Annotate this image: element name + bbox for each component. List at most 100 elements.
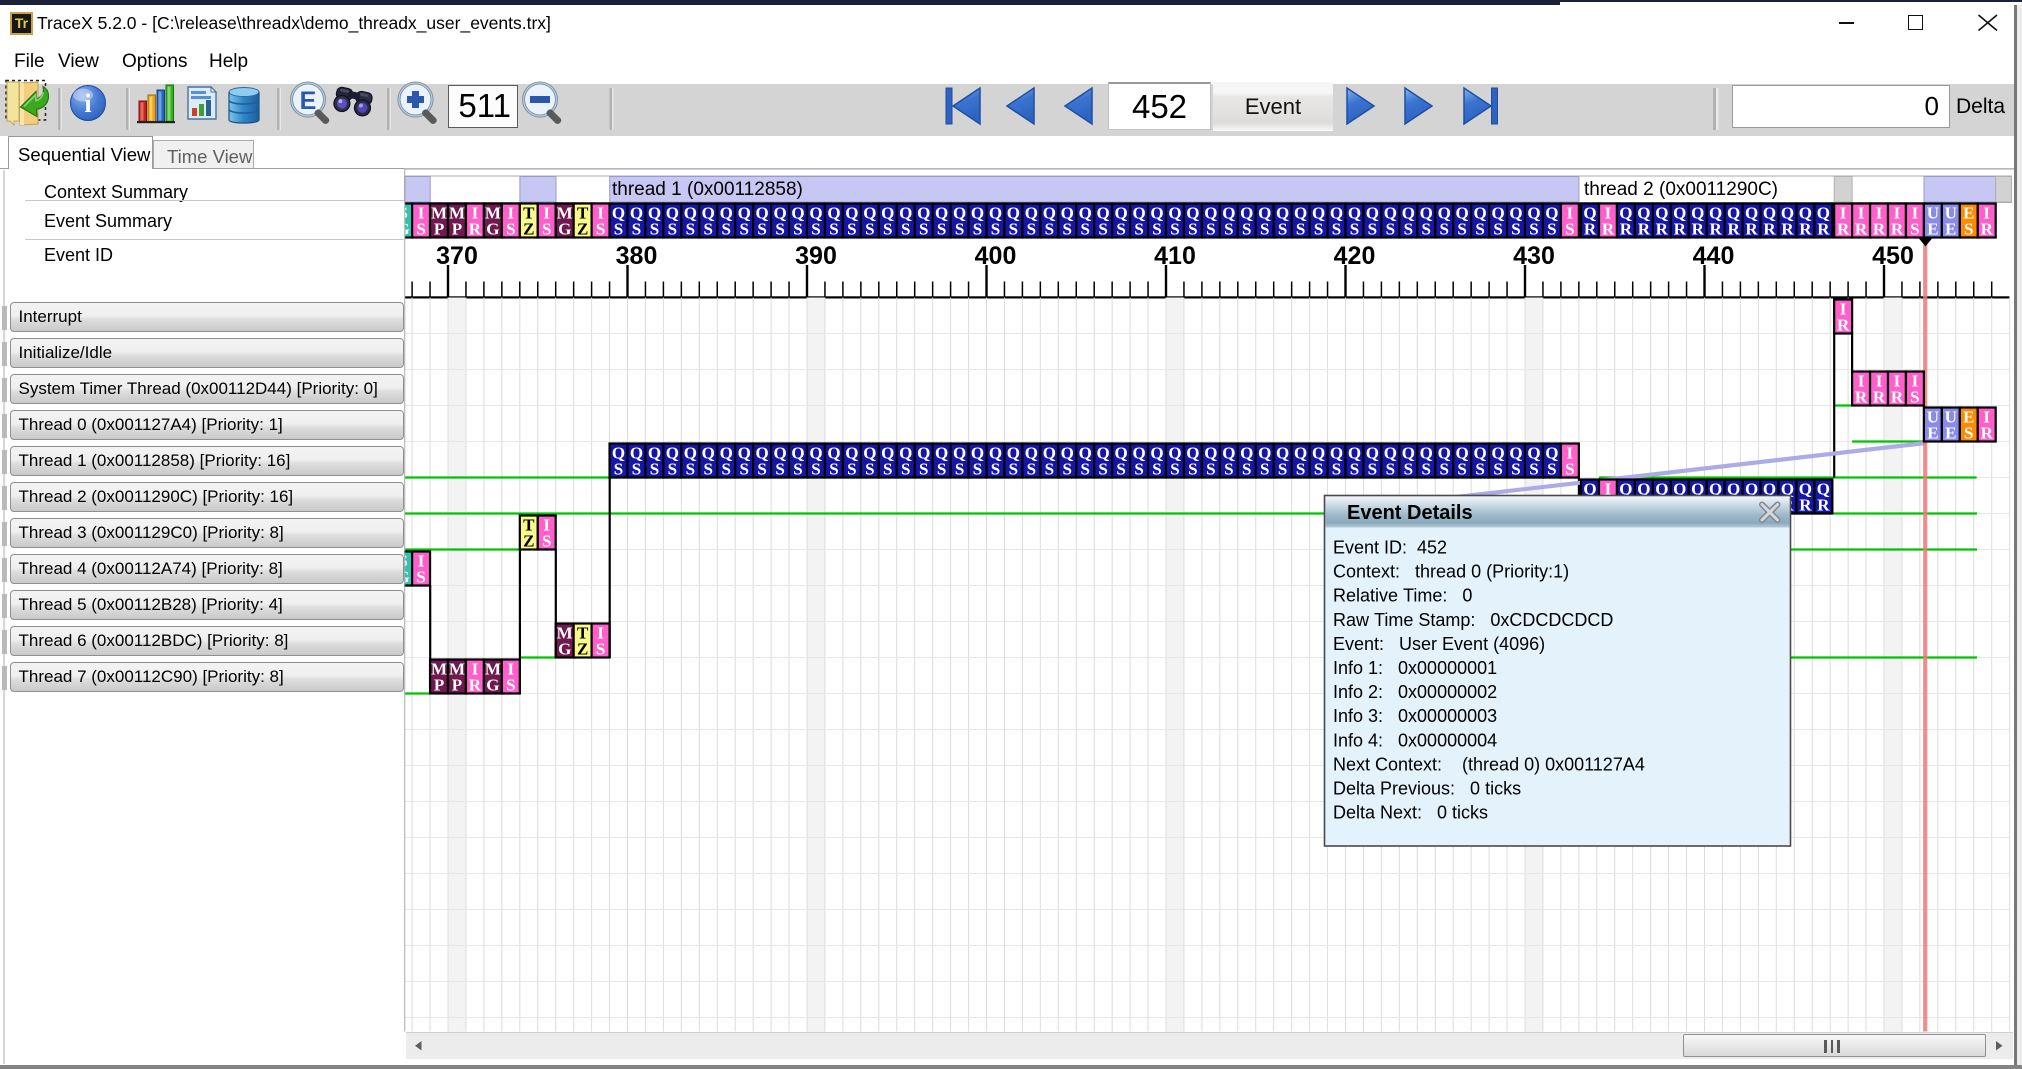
svg-text:S: S: [668, 460, 677, 479]
svg-text:thread 1 (0x00112858): thread 1 (0x00112858): [612, 179, 803, 200]
svg-text:S: S: [1170, 220, 1179, 239]
svg-text:R: R: [1873, 388, 1886, 407]
svg-text:Delta Next: 0 ticks: Delta Next: 0 ticks: [1333, 803, 1488, 823]
svg-text:G: G: [558, 220, 571, 239]
svg-text:Z: Z: [523, 220, 534, 239]
svg-text:S: S: [1009, 220, 1018, 239]
svg-text:P: P: [452, 676, 462, 695]
svg-text:S: S: [775, 460, 784, 479]
svg-text:S: S: [1314, 220, 1323, 239]
svg-text:S: S: [1063, 460, 1072, 479]
svg-text:Z: Z: [577, 640, 588, 659]
svg-text:S: S: [1511, 460, 1520, 479]
svg-text:i: i: [84, 89, 91, 118]
svg-text:S: S: [829, 460, 838, 479]
svg-text:S: S: [1296, 220, 1305, 239]
svg-text:S: S: [686, 460, 695, 479]
svg-text:S: S: [919, 460, 928, 479]
svg-text:E: E: [1927, 220, 1938, 239]
svg-text:R: R: [1656, 220, 1669, 239]
svg-text:R: R: [1855, 220, 1868, 239]
svg-text:S: S: [721, 460, 730, 479]
svg-text:S: S: [1565, 460, 1574, 479]
svg-text:S: S: [542, 532, 551, 551]
svg-text:S: S: [1170, 460, 1179, 479]
svg-text:S: S: [811, 460, 820, 479]
svg-text:R: R: [1855, 388, 1868, 407]
svg-text:S: S: [506, 220, 515, 239]
svg-text:R: R: [469, 676, 482, 695]
svg-text:S: S: [991, 460, 1000, 479]
svg-text:S: S: [704, 460, 713, 479]
svg-text:Info 4: 0x00000004: Info 4: 0x00000004: [1333, 730, 1497, 750]
svg-text:S: S: [1027, 460, 1036, 479]
svg-text:S: S: [1422, 220, 1431, 239]
svg-text:S: S: [1206, 220, 1215, 239]
svg-text:S: S: [1457, 220, 1466, 239]
svg-text:S: S: [1386, 460, 1395, 479]
svg-text:S: S: [650, 220, 659, 239]
svg-text:S: S: [1565, 220, 1574, 239]
svg-text:S: S: [1063, 220, 1072, 239]
svg-text:S: S: [901, 460, 910, 479]
svg-text:S: S: [847, 460, 856, 479]
svg-text:390: 390: [795, 242, 837, 270]
svg-text:S: S: [1404, 220, 1413, 239]
svg-text:S: S: [1134, 460, 1143, 479]
svg-text:410: 410: [1154, 242, 1196, 270]
svg-text:S: S: [1045, 220, 1054, 239]
svg-text:Event ID: 452: Event ID: 452: [1333, 538, 1447, 558]
svg-text:G: G: [558, 640, 571, 659]
svg-text:R: R: [1873, 220, 1886, 239]
svg-text:S: S: [1475, 460, 1484, 479]
svg-text:S: S: [1529, 460, 1538, 479]
svg-text:R: R: [1692, 220, 1705, 239]
svg-text:Info 3: 0x00000003: Info 3: 0x00000003: [1333, 706, 1497, 726]
svg-text:R: R: [1638, 220, 1651, 239]
svg-text:S: S: [1368, 220, 1377, 239]
svg-text:S: S: [1386, 220, 1395, 239]
svg-text:S: S: [1260, 220, 1269, 239]
svg-text:S: S: [1045, 460, 1054, 479]
svg-text:R: R: [1781, 220, 1794, 239]
svg-text:S: S: [1475, 220, 1484, 239]
svg-text:R: R: [469, 220, 482, 239]
svg-text:S: S: [1350, 220, 1359, 239]
svg-text:S: S: [793, 220, 802, 239]
svg-text:R: R: [1981, 220, 1994, 239]
svg-text:S: S: [919, 220, 928, 239]
svg-text:P: P: [434, 676, 444, 695]
svg-text:P: P: [434, 220, 444, 239]
svg-text:S: S: [721, 220, 730, 239]
svg-text:S: S: [1547, 460, 1556, 479]
svg-text:R: R: [1584, 220, 1597, 239]
svg-text:S: S: [632, 460, 641, 479]
svg-text:S: S: [1116, 460, 1125, 479]
svg-text:R: R: [1620, 220, 1633, 239]
svg-text:S: S: [955, 460, 964, 479]
svg-text:S: S: [1332, 460, 1341, 479]
svg-text:S: S: [686, 220, 695, 239]
svg-text:S: S: [1027, 220, 1036, 239]
svg-text:S: S: [596, 640, 605, 659]
svg-text:Info 2: 0x00000002: Info 2: 0x00000002: [1333, 682, 1497, 702]
svg-text:Context: thread 0 (Priority:: Context: thread 0 (Priority:1): [1333, 562, 1569, 582]
svg-text:R: R: [1817, 220, 1830, 239]
svg-text:S: S: [1529, 220, 1538, 239]
svg-text:S: S: [1009, 460, 1018, 479]
svg-text:Event Details: Event Details: [1347, 502, 1473, 524]
svg-text:R: R: [1674, 220, 1687, 239]
svg-text:R: R: [1727, 220, 1740, 239]
svg-text:S: S: [1493, 460, 1502, 479]
svg-text:Relative Time: 0: Relative Time: 0: [1333, 586, 1472, 606]
svg-text:S: S: [416, 220, 425, 239]
svg-text:S: S: [1314, 460, 1323, 479]
svg-text:S: S: [883, 220, 892, 239]
svg-text:S: S: [991, 220, 1000, 239]
svg-text:R: R: [1837, 220, 1850, 239]
svg-text:S: S: [1278, 220, 1287, 239]
svg-text:S: S: [1439, 460, 1448, 479]
svg-text:S: S: [1152, 460, 1161, 479]
svg-text:S: S: [1350, 460, 1359, 479]
svg-text:Delta Previous: 0 ticks: Delta Previous: 0 ticks: [1333, 779, 1521, 799]
